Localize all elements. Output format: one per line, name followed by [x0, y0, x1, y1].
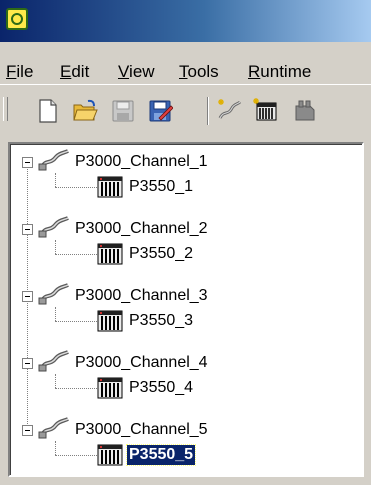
tree-channel-1[interactable]: P3000_Channel_1 [73, 152, 210, 172]
channel-icon [38, 149, 69, 171]
channel-2-collapse-toggle[interactable] [22, 224, 33, 235]
menu-bar: File Edit View Tools Runtime [0, 42, 371, 85]
tree-device-2[interactable]: P3550_2 [127, 244, 195, 264]
device-icon [97, 444, 123, 466]
channel-icon [38, 350, 69, 372]
tree-device-1[interactable]: P3550_1 [127, 177, 195, 197]
menu-edit[interactable]: Edit [60, 62, 89, 82]
tree-device-3[interactable]: P3550_3 [127, 311, 195, 331]
device-icon [97, 176, 123, 198]
tree-channel-2[interactable]: P3000_Channel_2 [73, 219, 210, 239]
tree-channel-5[interactable]: P3000_Channel_5 [73, 420, 210, 440]
device-icon [97, 310, 123, 332]
app-icon[interactable] [6, 8, 28, 30]
project-tree[interactable]: P3000_Channel_1 P3550_1 P3000_Channel_2 … [8, 142, 364, 477]
menu-file[interactable]: File [6, 62, 33, 82]
toolbar [0, 85, 371, 137]
device-icon [97, 377, 123, 399]
channel-4-collapse-toggle[interactable] [22, 358, 33, 369]
open-folder-icon[interactable] [72, 98, 98, 124]
tree-device-5-selected[interactable]: P3550_5 [125, 444, 197, 466]
add-channel-icon[interactable] [217, 98, 243, 124]
channel-icon [38, 283, 69, 305]
channel-1-collapse-toggle[interactable] [22, 157, 33, 168]
title-bar [0, 0, 371, 42]
channel-5-collapse-toggle[interactable] [22, 425, 33, 436]
save-icon[interactable] [110, 98, 136, 124]
save-all-icon[interactable] [147, 98, 173, 124]
channel-icon [38, 417, 69, 439]
project-tree-viewport: P3000_Channel_1 P3550_1 P3000_Channel_2 … [10, 144, 362, 475]
add-device-icon[interactable] [253, 98, 279, 124]
toolbar-grip[interactable] [3, 97, 8, 121]
toolbar-separator [207, 97, 209, 125]
channel-icon [38, 216, 69, 238]
menu-view[interactable]: View [118, 62, 155, 82]
channel-3-collapse-toggle[interactable] [22, 291, 33, 302]
new-file-icon[interactable] [35, 98, 61, 124]
add-tag-icon[interactable] [290, 98, 316, 124]
tree-device-4[interactable]: P3550_4 [127, 378, 195, 398]
tree-channel-3[interactable]: P3000_Channel_3 [73, 286, 210, 306]
menu-runtime[interactable]: Runtime [248, 62, 311, 82]
tree-channel-4[interactable]: P3000_Channel_4 [73, 353, 210, 373]
device-icon [97, 243, 123, 265]
menu-tools[interactable]: Tools [179, 62, 219, 82]
